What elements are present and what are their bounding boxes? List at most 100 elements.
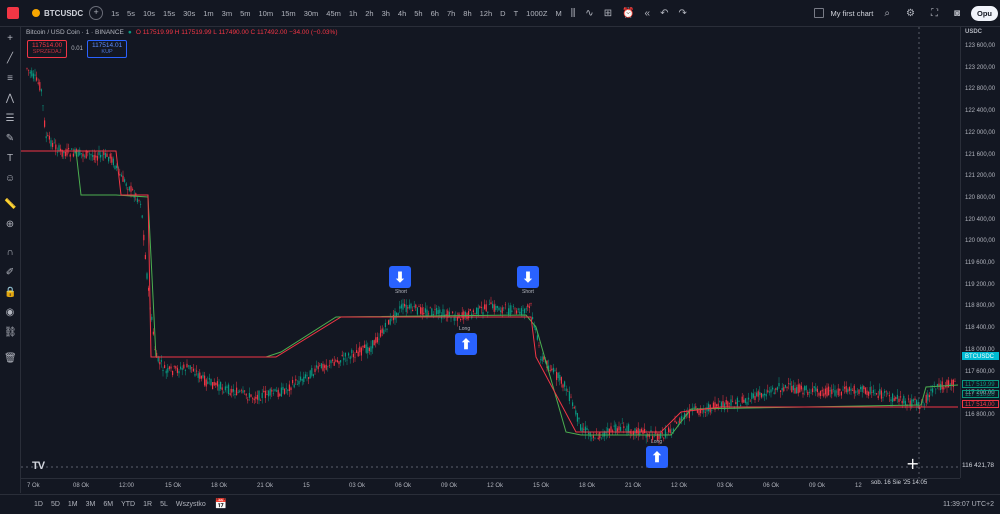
chart-layout-switch[interactable]: My first chart ⌕ ⚙ ⛶ ◙ Opu — [814, 5, 1000, 21]
undo-icon[interactable]: ↶ — [655, 8, 673, 19]
candles-icon[interactable]: ⫼ — [566, 8, 581, 19]
range-YTD[interactable]: YTD — [117, 501, 139, 508]
candle-body — [796, 387, 798, 394]
time-scale[interactable]: 7 Ok 08 Ok 12:00 15 Ok 18 Ok 21 Ok 15 03 Ok 06 O… — [21, 478, 960, 494]
goto-date-icon[interactable]: 📅 — [210, 499, 232, 510]
range-5L[interactable]: 5L — [156, 501, 172, 508]
time-tick: 12 — [855, 483, 862, 489]
buy-button[interactable]: 117514.01 KUP — [86, 40, 128, 58]
trash-icon[interactable]: 🗑 — [4, 353, 17, 365]
candle-body — [114, 165, 116, 169]
replay-icon[interactable]: « — [640, 8, 656, 19]
horizontal-lines-icon[interactable]: ≡ — [4, 73, 16, 85]
sell-label: SPRZEDAJ — [32, 49, 62, 55]
timeframe-30m[interactable]: 30m — [300, 9, 323, 18]
short-signal-marker[interactable]: ⬇ — [517, 266, 539, 288]
link-icon[interactable]: ⛓ — [4, 327, 17, 339]
timeframe-10s[interactable]: 10s — [139, 9, 159, 18]
timeframe-5h[interactable]: 5h — [410, 9, 426, 18]
tradingview-logo[interactable] — [0, 0, 26, 26]
candle-body — [82, 153, 84, 157]
candle-body — [722, 401, 724, 408]
long-signal-marker[interactable]: ⬆ — [455, 333, 477, 355]
range-1D[interactable]: 1D — [30, 501, 47, 508]
candle-body — [821, 389, 823, 392]
timeframe-15m[interactable]: 15m — [277, 9, 300, 18]
zoom-in-icon[interactable]: ⊕ — [4, 219, 16, 231]
indicators-icon[interactable]: ∿ — [580, 8, 598, 19]
candle-body — [348, 353, 350, 356]
time-tick: 21 Ok — [257, 483, 274, 489]
timeframe-1h[interactable]: 1h — [345, 9, 361, 18]
templates-icon[interactable]: ⊞ — [599, 8, 617, 19]
candle-body — [488, 304, 490, 305]
text-tool-icon[interactable]: T — [4, 153, 16, 165]
timeframe-30s[interactable]: 30s — [179, 9, 199, 18]
magnet-icon[interactable]: ∩ — [4, 247, 16, 259]
lock-icon[interactable]: 🔒 — [4, 287, 16, 299]
timeframe-2h[interactable]: 2h — [361, 9, 377, 18]
settings-icon[interactable]: ⚙ — [901, 8, 920, 19]
range-Wszystko[interactable]: Wszystko — [172, 501, 210, 508]
timeframe-10m[interactable]: 10m — [255, 9, 278, 18]
stay-drawing-icon[interactable]: ✐ — [4, 267, 16, 279]
fib-retracement-icon[interactable]: ☰ — [4, 113, 16, 125]
timeframe-3m[interactable]: 3m — [218, 9, 236, 18]
timeframe-7h[interactable]: 7h — [443, 9, 459, 18]
candle-body — [932, 388, 934, 393]
publish-button[interactable]: Opu — [971, 5, 998, 21]
candle-body — [424, 308, 426, 313]
brush-icon[interactable]: ✎ — [4, 133, 16, 145]
timeframe-4h[interactable]: 4h — [394, 9, 410, 18]
legend-title[interactable]: Bitcoin / USD Coin · 1 · BINANCE — [26, 29, 124, 36]
price-scale[interactable]: USDC 123 600,00 123 200,00 122 800,00 122 4… — [960, 27, 1000, 478]
long-signal-marker[interactable]: ⬆ — [646, 446, 668, 468]
emoji-icon[interactable]: ☺ — [4, 173, 16, 185]
timeframe-5s[interactable]: 5s — [123, 9, 139, 18]
candle-body — [554, 370, 556, 371]
timeframe-D[interactable]: D — [496, 9, 509, 18]
candle-body — [90, 154, 92, 156]
price-chart[interactable]: + — [21, 27, 959, 478]
timeframe-1000Z[interactable]: 1000Z — [522, 9, 551, 18]
timeframe-1s[interactable]: 1s — [107, 9, 123, 18]
range-1M[interactable]: 1M — [64, 501, 82, 508]
ruler-icon[interactable]: 📏 — [4, 199, 16, 211]
timeframe-5m[interactable]: 5m — [236, 9, 254, 18]
candle-body — [616, 428, 618, 432]
candle-body — [314, 368, 316, 372]
range-1R[interactable]: 1R — [139, 501, 156, 508]
range-3M[interactable]: 3M — [82, 501, 100, 508]
candle-body — [949, 383, 951, 385]
pitchfork-icon[interactable]: ⋀ — [4, 93, 16, 105]
timeframe-12h[interactable]: 12h — [476, 9, 497, 18]
timeframe-45m[interactable]: 45m — [322, 9, 345, 18]
camera-icon[interactable]: ◙ — [949, 8, 965, 19]
fullscreen-icon[interactable]: ⛶ — [926, 8, 943, 19]
timeframe-3h[interactable]: 3h — [378, 9, 394, 18]
trendline-icon[interactable]: ╱ — [4, 53, 16, 65]
timeframe-15s[interactable]: 15s — [159, 9, 179, 18]
candle-body — [780, 390, 782, 392]
alert-icon[interactable]: ⏰ — [617, 8, 639, 19]
sell-button[interactable]: 117514.00 SPRZEDAJ — [27, 40, 68, 58]
compare-symbol-icon[interactable]: + — [89, 6, 104, 20]
range-5D[interactable]: 5D — [47, 501, 64, 508]
candle-body — [866, 390, 868, 395]
timeframe-M[interactable]: M — [551, 9, 565, 18]
timeframe-1m[interactable]: 1m — [199, 9, 217, 18]
redo-icon[interactable]: ↷ — [673, 8, 691, 19]
short-signal-marker[interactable]: ⬇ — [389, 266, 411, 288]
range-6M[interactable]: 6M — [99, 501, 117, 508]
eye-icon[interactable]: ◉ — [4, 307, 16, 319]
timeframe-T[interactable]: T — [510, 9, 523, 18]
symbol-search[interactable]: BTCUSDC — [26, 9, 89, 18]
candle-body — [738, 401, 740, 402]
crosshair-icon[interactable]: + — [4, 33, 16, 45]
candle-body — [364, 344, 366, 348]
candle-body — [549, 370, 551, 371]
timeframe-6h[interactable]: 6h — [427, 9, 443, 18]
search-icon[interactable]: ⌕ — [879, 8, 895, 19]
candle-body — [768, 391, 770, 393]
timeframe-8h[interactable]: 8h — [459, 9, 475, 18]
